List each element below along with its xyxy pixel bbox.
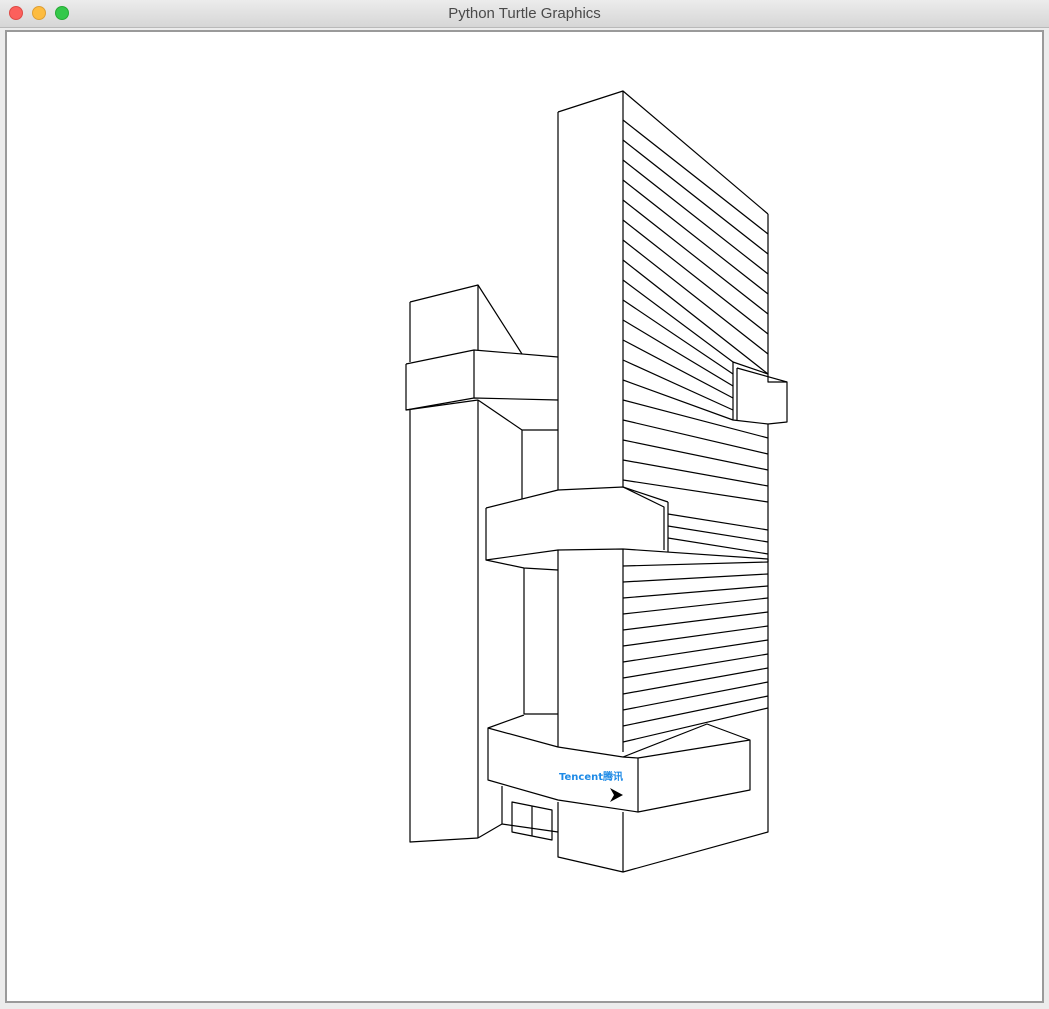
base-podium (487, 714, 525, 729)
side-box (732, 361, 788, 425)
window-title: Python Turtle Graphics (448, 5, 601, 22)
turtle-canvas[interactable]: Tencent腾讯 (5, 30, 1044, 1003)
title-bar: Python Turtle Graphics (0, 0, 1049, 28)
building-drawing: Tencent腾讯 (405, 90, 788, 873)
turtle-arrow-icon (610, 788, 623, 802)
tencent-label: Tencent腾讯 (559, 770, 623, 783)
left-tower-body (409, 410, 479, 843)
main-tower-top (557, 90, 769, 215)
left-band (405, 349, 559, 365)
left-tower-top (409, 284, 523, 355)
middle-band (485, 486, 669, 509)
